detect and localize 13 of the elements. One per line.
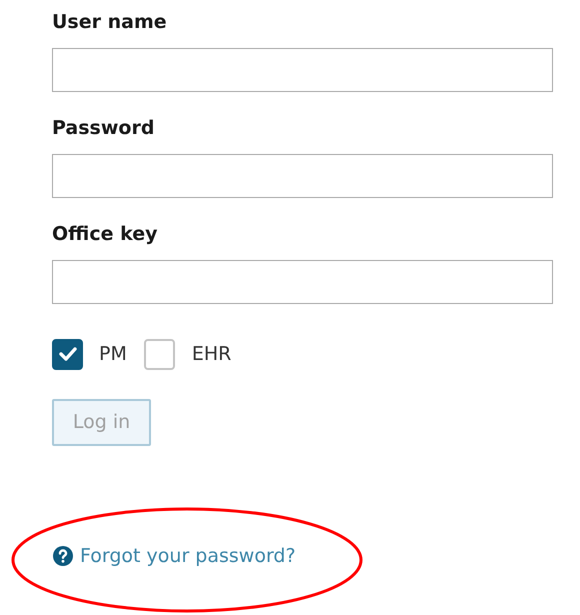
checkbox[interactable] <box>52 338 83 370</box>
field-label: User name <box>52 10 168 34</box>
checkbox-label: EHR <box>192 342 232 367</box>
checkbox[interactable] <box>144 338 175 370</box>
help-icon <box>53 546 73 566</box>
field-label: Password <box>52 116 156 140</box>
input-field[interactable] <box>52 154 553 198</box>
input-field[interactable] <box>52 260 553 304</box>
checkbox-label: PM <box>99 342 127 367</box>
field-label: Office key <box>52 222 159 246</box>
checkmark-icon <box>58 347 76 361</box>
input-field[interactable] <box>52 48 553 92</box>
forgot-password-link[interactable]: Forgot your password? <box>80 542 296 570</box>
